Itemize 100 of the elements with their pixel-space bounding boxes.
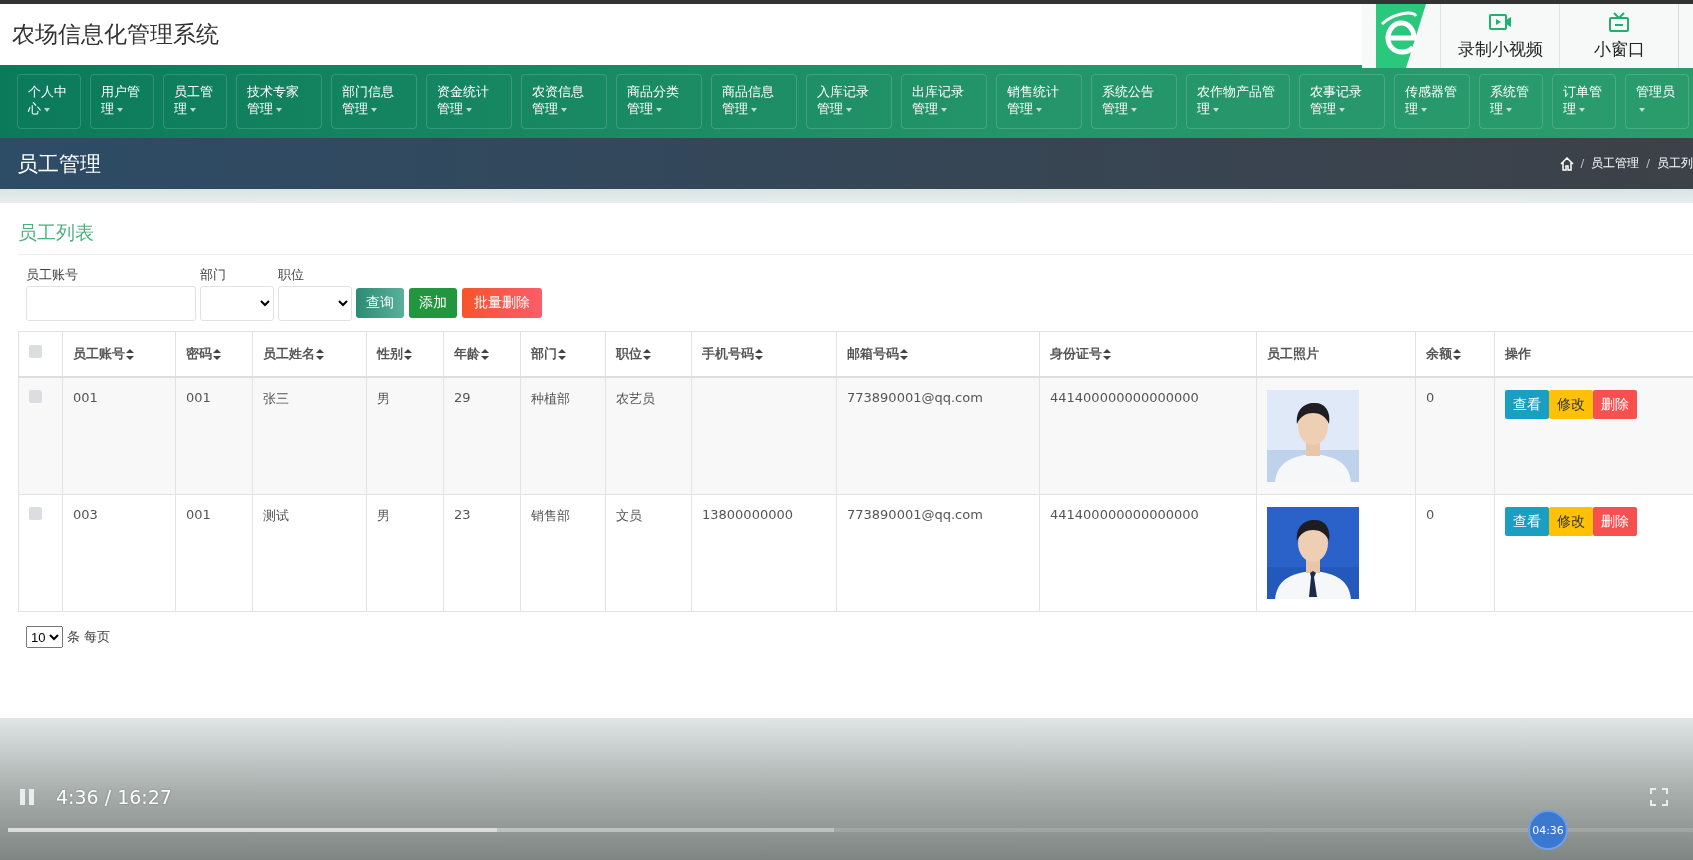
caret-icon	[190, 107, 196, 112]
table-cell: 773890001@qq.com	[847, 507, 983, 522]
view-button[interactable]: 查看	[1505, 390, 1549, 419]
column-header[interactable]: 性别	[377, 345, 412, 363]
column-header[interactable]: 密码	[186, 345, 221, 363]
nav-item[interactable]: 用户管理	[90, 74, 154, 129]
table-cell: 441400000000000000	[1050, 507, 1199, 522]
column-header[interactable]: 部门	[531, 345, 566, 363]
progress-track[interactable]	[8, 828, 1693, 832]
sort-icon	[404, 348, 412, 360]
table-cell: 001	[73, 390, 98, 405]
nav-item[interactable]: 技术专家管理	[236, 74, 322, 129]
page-title: 员工管理	[17, 150, 101, 178]
caret-icon	[1036, 107, 1042, 112]
table-cell: 种植部	[531, 391, 570, 406]
select-field[interactable]	[200, 286, 274, 321]
nav-item[interactable]: 部门信息管理	[331, 74, 417, 129]
caret-icon	[1213, 107, 1219, 112]
nav-item[interactable]: 农资信息管理	[521, 74, 607, 129]
caret-icon	[1131, 107, 1137, 112]
checkbox[interactable]	[29, 507, 42, 520]
pause-icon	[20, 789, 34, 805]
breadcrumb-link[interactable]: 员工管理	[1591, 155, 1640, 172]
table-cell: 001	[186, 507, 211, 522]
nav-item[interactable]: 订单管理	[1552, 74, 1616, 129]
nav-item[interactable]: 农事记录管理	[1299, 74, 1385, 129]
caret-icon	[656, 107, 662, 112]
card-title: 员工列表	[18, 220, 95, 245]
table-cell: 农艺员	[616, 391, 655, 406]
delete-button[interactable]: 删除	[1593, 390, 1637, 419]
caret-icon	[751, 107, 757, 112]
caret-icon	[117, 107, 123, 112]
app-title: 农场信息化管理系统	[11, 20, 219, 49]
column-header: 员工照片	[1267, 345, 1319, 363]
caret-icon	[466, 107, 472, 112]
column-header[interactable]: 职位	[616, 345, 651, 363]
table-cell: 001	[186, 390, 211, 405]
breadcrumb-separator: /	[1580, 157, 1585, 170]
fullscreen-icon	[1650, 788, 1668, 806]
caret-icon	[276, 107, 282, 112]
column-header[interactable]: 邮箱号码	[847, 345, 908, 363]
page-size-select[interactable]: 10	[26, 626, 63, 648]
table-cell: 0	[1426, 390, 1435, 405]
nav-item[interactable]: 传感器管理	[1394, 74, 1470, 129]
view-button[interactable]: 查看	[1505, 507, 1549, 536]
table-cell: 男	[377, 391, 390, 406]
field-label: 员工账号	[26, 266, 79, 284]
checkbox[interactable]	[29, 390, 42, 403]
caret-icon	[1339, 107, 1345, 112]
table-cell: 男	[377, 508, 390, 523]
table-cell: 441400000000000000	[1050, 390, 1199, 405]
edit-button[interactable]: 修改	[1549, 507, 1593, 536]
table-cell: 测试	[263, 508, 289, 523]
sort-icon	[316, 348, 324, 360]
nav-item[interactable]: 个人中心	[17, 74, 81, 129]
video-camera-icon	[1488, 11, 1512, 32]
sort-icon	[643, 348, 651, 360]
query-button[interactable]: 查询	[356, 288, 404, 318]
nav-item[interactable]: 管理员	[1625, 74, 1689, 129]
delete-button[interactable]: 删除	[1593, 507, 1637, 536]
caret-icon	[371, 107, 377, 112]
sort-icon	[213, 348, 221, 360]
breadcrumb-link[interactable]: 员工列	[1657, 155, 1693, 172]
table-cell: 29	[454, 390, 471, 405]
sort-icon	[1103, 348, 1111, 360]
table-cell: 773890001@qq.com	[847, 390, 983, 405]
column-header[interactable]: 余额	[1426, 345, 1461, 363]
batch-delete-button[interactable]: 批量删除	[462, 288, 542, 318]
column-header: 操作	[1505, 345, 1531, 363]
add-button[interactable]: 添加	[409, 288, 457, 318]
column-header[interactable]: 年龄	[454, 345, 489, 363]
nav-item[interactable]: 系统管理	[1479, 74, 1543, 129]
caret-icon	[1639, 107, 1645, 112]
breadcrumb-separator: /	[1646, 157, 1650, 170]
nav-item[interactable]: 入库记录管理	[806, 74, 892, 129]
nav-item[interactable]: 农作物产品管理	[1186, 74, 1290, 129]
checkbox[interactable]	[29, 345, 42, 358]
caret-icon	[941, 107, 947, 112]
input-field[interactable]	[26, 286, 196, 321]
table-cell: 23	[454, 507, 471, 522]
caret-icon	[44, 107, 50, 112]
caret-icon	[1579, 107, 1585, 112]
nav-item[interactable]: 资金统计管理	[426, 74, 512, 129]
select-field[interactable]	[278, 286, 352, 321]
nav-item[interactable]: 商品分类管理	[616, 74, 702, 129]
nav-item[interactable]: 商品信息管理	[711, 74, 797, 129]
nav-item[interactable]: 出库记录管理	[901, 74, 987, 129]
home-icon	[1559, 156, 1574, 171]
column-header[interactable]: 手机号码	[702, 345, 763, 363]
page-size-label: 条 每页	[67, 628, 111, 646]
nav-item[interactable]: 系统公告管理	[1091, 74, 1177, 129]
table-cell: 销售部	[531, 508, 570, 523]
sort-icon	[481, 348, 489, 360]
nav-item[interactable]: 销售统计管理	[996, 74, 1082, 129]
nav-item[interactable]: 员工管理	[163, 74, 227, 129]
table-cell: 13800000000	[702, 507, 793, 522]
caret-icon	[1506, 107, 1512, 112]
column-header[interactable]: 身份证号	[1050, 345, 1111, 363]
table-cell: 张三	[263, 391, 289, 406]
edit-button[interactable]: 修改	[1549, 390, 1593, 419]
